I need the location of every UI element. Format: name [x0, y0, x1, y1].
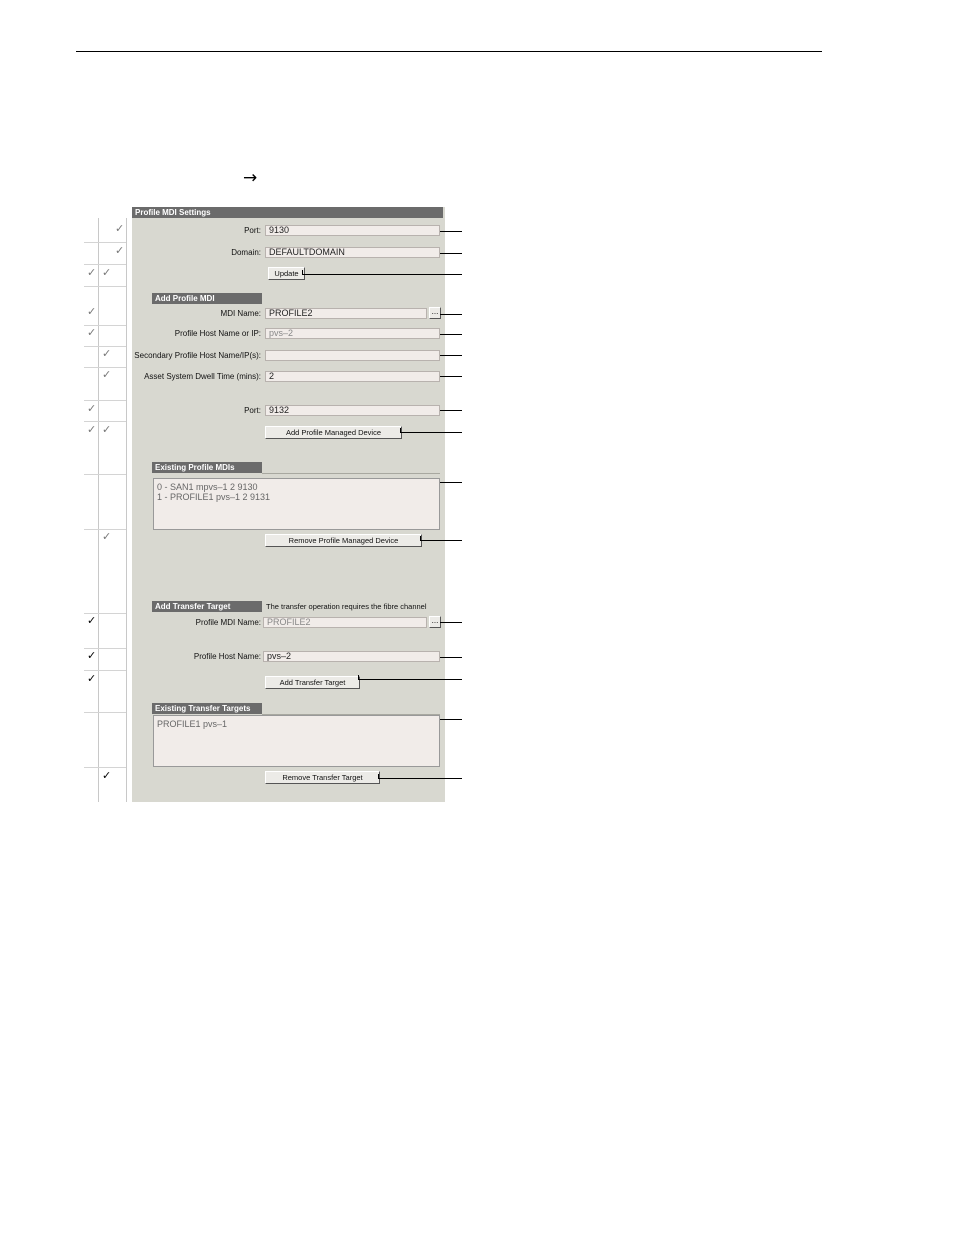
remove-transfer-target-button[interactable]: Remove Transfer Target	[265, 771, 380, 784]
callout-line	[358, 679, 462, 680]
callout-line	[378, 778, 462, 779]
callout-tick	[420, 536, 421, 541]
transfer-section-title: Add Transfer Target	[152, 601, 262, 612]
check-icon: ✓	[115, 244, 125, 257]
check-icon: ✓	[102, 423, 112, 436]
host-label: Profile Host Name or IP:	[174, 329, 261, 338]
callout-line	[440, 622, 462, 623]
column-divider	[98, 218, 99, 802]
mdi-browse-button[interactable]: ...	[429, 307, 441, 319]
check-icon: ✓	[87, 672, 97, 685]
arrow-icon: →	[243, 168, 258, 188]
row-divider	[84, 264, 126, 265]
callout-tick	[358, 675, 359, 680]
callout-line	[420, 540, 462, 541]
column-divider	[126, 218, 127, 802]
check-icon: ✓	[87, 326, 97, 339]
add-managed-device-button[interactable]: Add Profile Managed Device	[265, 426, 402, 439]
row-divider	[84, 421, 126, 422]
mdi-port-input[interactable]: 9132	[265, 405, 440, 416]
add-transfer-target-button[interactable]: Add Transfer Target	[265, 676, 360, 689]
callout-line	[440, 355, 462, 356]
transfer-mdi-input[interactable]: PROFILE2	[263, 617, 427, 628]
mdi-port-label: Port:	[244, 406, 261, 415]
transfer-mdi-label: Profile MDI Name:	[195, 618, 261, 627]
header-rule	[76, 51, 822, 52]
callout-line	[440, 410, 462, 411]
callout-line	[440, 334, 462, 335]
row-divider	[84, 286, 126, 287]
mdi-name-label: MDI Name:	[220, 309, 261, 318]
check-icon: ✓	[87, 649, 97, 662]
existing-mdis-list[interactable]: 0 - SAN1 mpvs–1 2 9130 1 - PROFILE1 pvs–…	[153, 478, 440, 530]
check-icon: ✓	[102, 530, 112, 543]
domain-input[interactable]: DEFAULTDOMAIN	[265, 247, 440, 258]
row-divider	[84, 400, 126, 401]
update-button[interactable]: Update	[268, 267, 305, 280]
callout-line	[440, 657, 462, 658]
secondary-host-input[interactable]	[265, 350, 440, 361]
existing-targets-list[interactable]: PROFILE1 pvs–1	[153, 715, 440, 767]
check-icon: ✓	[115, 222, 125, 235]
port-input[interactable]: 9130	[265, 225, 440, 236]
check-icon: ✓	[87, 402, 97, 415]
domain-label: Domain:	[231, 248, 261, 257]
panel-title: Profile MDI Settings	[132, 207, 443, 218]
dwell-time-label: Asset System Dwell Time (mins):	[144, 372, 261, 381]
check-icon: ✓	[102, 266, 112, 279]
dwell-time-input[interactable]: 2	[265, 371, 440, 382]
callout-line	[400, 432, 462, 433]
check-icon: ✓	[87, 266, 97, 279]
row-divider	[84, 474, 126, 475]
list-item[interactable]: PROFILE1 pvs–1	[157, 719, 436, 729]
callout-line	[440, 253, 462, 254]
callout-line	[440, 719, 462, 720]
check-icon: ✓	[102, 368, 112, 381]
section-rule	[262, 473, 440, 474]
remove-managed-device-button[interactable]: Remove Profile Managed Device	[265, 534, 422, 547]
callout-line	[440, 482, 462, 483]
row-divider	[84, 712, 126, 713]
check-icon: ✓	[87, 423, 97, 436]
check-icon: ✓	[87, 614, 97, 627]
callout-line	[302, 274, 462, 275]
secondary-host-label: Secondary Profile Host Name/IP(s):	[134, 351, 261, 360]
transfer-host-input[interactable]: pvs–2	[263, 651, 440, 662]
row-divider	[84, 767, 126, 768]
list-item[interactable]: 0 - SAN1 mpvs–1 2 9130	[157, 482, 436, 492]
add-mdi-section-title: Add Profile MDI	[152, 293, 262, 304]
list-item[interactable]: 1 - PROFILE1 pvs–1 2 9131	[157, 492, 436, 502]
callout-tick	[302, 270, 303, 275]
transfer-note: The transfer operation requires the fibr…	[266, 602, 427, 611]
port-label: Port:	[244, 226, 261, 235]
check-icon: ✓	[102, 347, 112, 360]
callout-tick	[378, 774, 379, 779]
callout-line	[440, 314, 462, 315]
row-divider	[84, 670, 126, 671]
callout-line	[440, 231, 462, 232]
existing-mdis-title: Existing Profile MDIs	[152, 462, 262, 473]
transfer-host-label: Profile Host Name:	[193, 652, 261, 661]
row-divider	[84, 242, 126, 243]
check-icon: ✓	[102, 769, 112, 782]
callout-tick	[400, 428, 401, 433]
host-input[interactable]: pvs–2	[265, 328, 440, 339]
existing-targets-title: Existing Transfer Targets	[152, 703, 262, 714]
callout-line	[440, 376, 462, 377]
mdi-name-input[interactable]: PROFILE2	[265, 308, 427, 319]
check-icon: ✓	[87, 305, 97, 318]
